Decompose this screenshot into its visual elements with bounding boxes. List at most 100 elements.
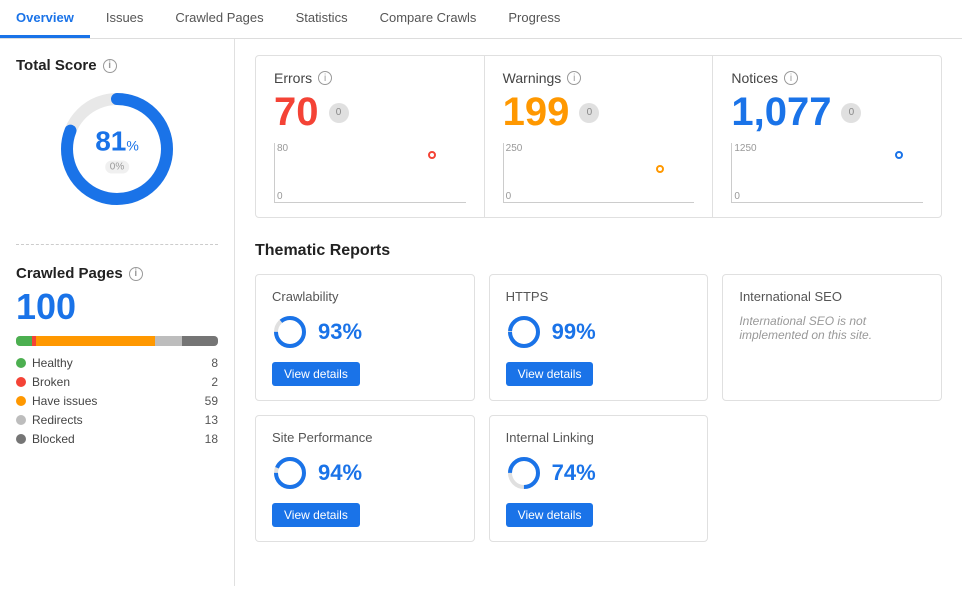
score-prev: 0% — [105, 161, 129, 174]
notices-chart: 1250 0 — [731, 143, 923, 203]
internal-linking-pct: 74% — [552, 460, 596, 486]
crawlability-pct: 93% — [318, 319, 362, 345]
warnings-info-icon[interactable]: i — [567, 71, 581, 85]
redirects-count: 13 — [205, 413, 218, 427]
healthy-dot — [16, 358, 26, 368]
main-layout: Total Score i 81% 0% Crawle — [0, 39, 962, 586]
score-inner: 81% 0% — [95, 126, 139, 173]
errors-delta: 0 — [329, 103, 349, 123]
notices-chart-max: 1250 — [734, 143, 756, 154]
internal-linking-view-details[interactable]: View details — [506, 503, 594, 527]
legend-broken: Broken 2 — [16, 375, 218, 389]
broken-dot — [16, 377, 26, 387]
broken-label: Broken — [32, 375, 70, 389]
issues-label: Have issues — [32, 394, 97, 408]
report-international-seo: International SEO International SEO is n… — [722, 274, 942, 401]
left-panel: Total Score i 81% 0% Crawle — [0, 39, 235, 586]
crawled-pages-value: 100 — [16, 286, 218, 328]
report-site-performance: Site Performance 94% View details — [255, 415, 475, 542]
legend-have-issues: Have issues 59 — [16, 394, 218, 408]
legend-blocked: Blocked 18 — [16, 432, 218, 446]
errors-value: 70 — [274, 90, 319, 135]
issues-count: 59 — [205, 394, 218, 408]
notices-delta: 0 — [841, 103, 861, 123]
internal-linking-title: Internal Linking — [506, 430, 692, 445]
https-donut — [506, 314, 542, 350]
errors-chart-min: 0 — [277, 191, 283, 202]
right-panel: Errors i 70 0 80 0 Warnings i — [235, 39, 962, 586]
healthy-label: Healthy — [32, 356, 73, 370]
notices-title: Notices — [731, 70, 778, 86]
legend-healthy: Healthy 8 — [16, 356, 218, 370]
pb-issues — [36, 336, 155, 346]
errors-title: Errors — [274, 70, 312, 86]
tab-issues[interactable]: Issues — [90, 0, 160, 38]
pages-legend: Healthy 8 Broken 2 Have issues — [16, 356, 218, 446]
https-title: HTTPS — [506, 289, 692, 304]
errors-chart-max: 80 — [277, 143, 288, 154]
pb-redirects — [155, 336, 181, 346]
site-perf-view-details[interactable]: View details — [272, 503, 360, 527]
report-empty — [722, 415, 942, 542]
https-view-details[interactable]: View details — [506, 362, 594, 386]
warnings-delta: 0 — [579, 103, 599, 123]
errors-chart-dot — [428, 151, 436, 159]
blocked-dot — [16, 434, 26, 444]
redirects-dot — [16, 415, 26, 425]
blocked-count: 18 — [205, 432, 218, 446]
site-perf-donut — [272, 455, 308, 491]
crawled-pages-title: Crawled Pages i — [16, 265, 218, 282]
broken-count: 2 — [211, 375, 218, 389]
total-score-title: Total Score i — [16, 57, 218, 74]
metric-warnings: Warnings i 199 0 250 0 — [485, 56, 714, 217]
crawlability-view-details[interactable]: View details — [272, 362, 360, 386]
divider-1 — [16, 244, 218, 245]
tab-bar: Overview Issues Crawled Pages Statistics… — [0, 0, 962, 39]
metrics-row: Errors i 70 0 80 0 Warnings i — [255, 55, 942, 218]
thematic-reports-section: Thematic Reports Crawlability 93% — [255, 242, 942, 542]
metric-errors: Errors i 70 0 80 0 — [256, 56, 485, 217]
metric-notices: Notices i 1,077 0 1250 0 — [713, 56, 941, 217]
healthy-count: 8 — [211, 356, 218, 370]
intl-seo-message: International SEO is not implemented on … — [739, 314, 925, 342]
issues-dot — [16, 396, 26, 406]
pages-progress-bar — [16, 336, 218, 346]
blocked-label: Blocked — [32, 432, 75, 446]
thematic-reports-heading: Thematic Reports — [255, 242, 942, 260]
warnings-chart: 250 0 — [503, 143, 695, 203]
score-value: 81 — [95, 126, 126, 157]
warnings-value: 199 — [503, 90, 570, 135]
tab-crawled-pages[interactable]: Crawled Pages — [159, 0, 279, 38]
notices-value: 1,077 — [731, 90, 831, 135]
warnings-chart-dot — [656, 165, 664, 173]
score-pct: % — [126, 138, 138, 154]
warnings-chart-max: 250 — [506, 143, 523, 154]
redirects-label: Redirects — [32, 413, 83, 427]
crawlability-donut — [272, 314, 308, 350]
legend-redirects: Redirects 13 — [16, 413, 218, 427]
pb-blocked — [182, 336, 218, 346]
total-score-section: Total Score i 81% 0% — [16, 57, 218, 224]
score-circle-container: 81% 0% — [16, 74, 218, 224]
tab-overview[interactable]: Overview — [0, 0, 90, 38]
https-pct: 99% — [552, 319, 596, 345]
pb-healthy — [16, 336, 32, 346]
warnings-chart-min: 0 — [506, 191, 512, 202]
warnings-title: Warnings — [503, 70, 562, 86]
notices-chart-dot — [895, 151, 903, 159]
site-perf-pct: 94% — [318, 460, 362, 486]
notices-info-icon[interactable]: i — [784, 71, 798, 85]
crawlability-title: Crawlability — [272, 289, 458, 304]
score-circle: 81% 0% — [52, 84, 182, 214]
errors-chart: 80 0 — [274, 143, 466, 203]
reports-grid-row1: Crawlability 93% View details — [255, 274, 942, 401]
errors-info-icon[interactable]: i — [318, 71, 332, 85]
total-score-info-icon[interactable]: i — [103, 59, 117, 73]
tab-statistics[interactable]: Statistics — [280, 0, 364, 38]
site-perf-title: Site Performance — [272, 430, 458, 445]
tab-compare-crawls[interactable]: Compare Crawls — [364, 0, 493, 38]
tab-progress[interactable]: Progress — [492, 0, 576, 38]
crawled-pages-section: Crawled Pages i 100 Healthy 8 — [16, 265, 218, 446]
report-internal-linking: Internal Linking 74% View details — [489, 415, 709, 542]
crawled-pages-info-icon[interactable]: i — [129, 267, 143, 281]
